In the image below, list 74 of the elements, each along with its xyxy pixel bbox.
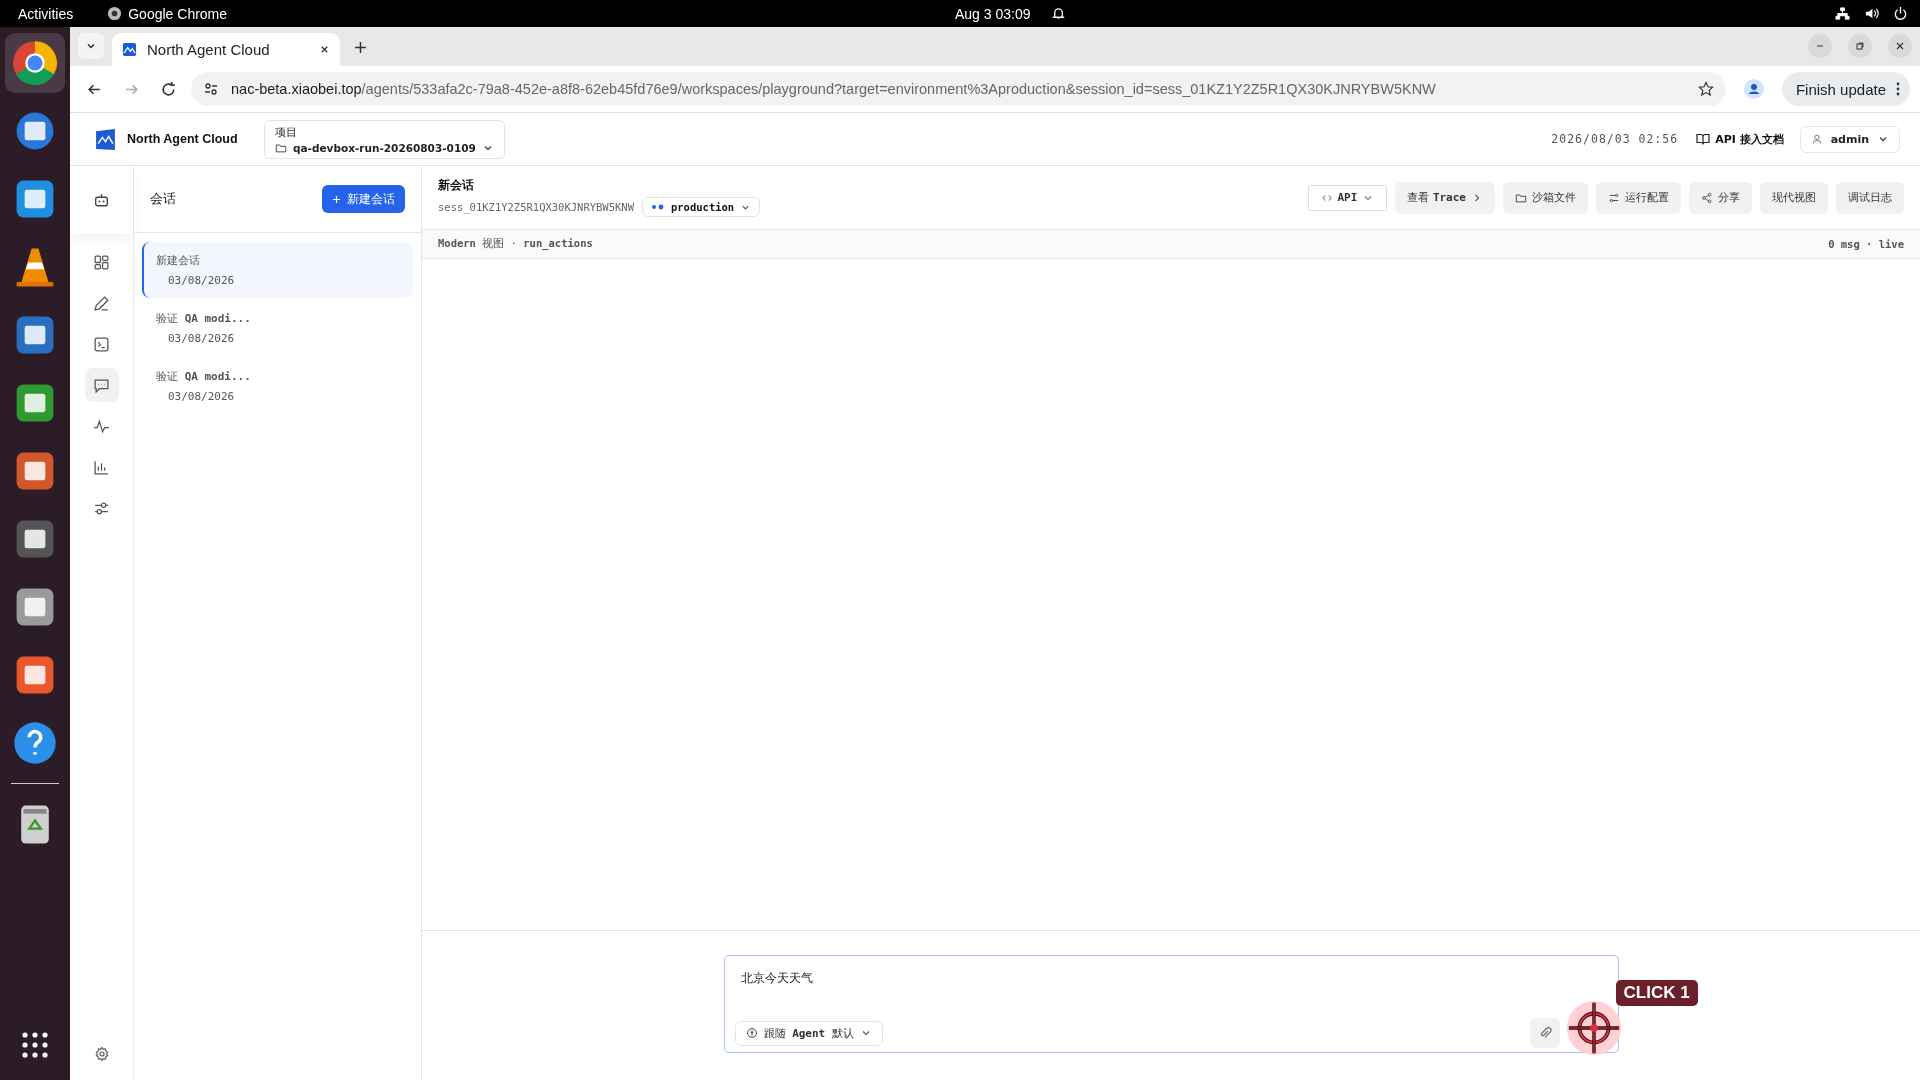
sliders-icon <box>1608 191 1620 204</box>
session-id: sess_01KZ1Y2Z5R1QX30KJNRYBW5KNW <box>438 201 634 213</box>
user-menu[interactable]: admin <box>1799 125 1900 153</box>
activities-button[interactable]: Activities <box>0 5 92 22</box>
volume-icon[interactable] <box>1864 6 1879 21</box>
message-input[interactable]: 北京今天天气 跟随 Agent 默认 <box>723 955 1619 1053</box>
model-selector[interactable]: 跟随 Agent 默认 <box>734 1020 883 1046</box>
terminal-icon <box>93 335 110 353</box>
more-vertical-icon <box>1896 82 1900 96</box>
session-title: 验证 QA modi... <box>156 369 252 384</box>
toolbar-button[interactable]: 运行配置 <box>1596 181 1681 214</box>
book-icon <box>1696 132 1711 146</box>
pencil-icon <box>93 294 110 312</box>
url-text: nac-beta.xiaobei.top/agents/533afa2c-79a8-452e-a8f8-62eb45fd76e9/workspaces/playground?target=environment%3Aproduction&session_id=sess_01KZ1Y2Z5R1QX30KJNRYBW5KNW <box>231 81 1436 97</box>
new-tab-icon[interactable] <box>354 41 367 54</box>
session-title: 新会话 <box>438 178 475 193</box>
api-docs-link[interactable]: API 接入文档 <box>1696 131 1784 147</box>
session-date: 03/08/2026 <box>167 274 236 287</box>
toolbar-button[interactable]: 分享 <box>1689 181 1752 214</box>
session-item[interactable]: 新建会话 03/08/2026 <box>142 242 413 298</box>
dock-item[interactable] <box>5 33 65 93</box>
bookmark-star-icon[interactable] <box>1697 81 1714 97</box>
close-icon[interactable] <box>319 44 330 55</box>
app-grid-icon[interactable] <box>20 1030 50 1060</box>
mountain-logo-icon <box>94 126 117 152</box>
attach-button[interactable] <box>1529 1018 1560 1048</box>
help-icon <box>12 720 58 766</box>
click-label: CLICK 1 <box>1615 980 1698 1006</box>
project-selector[interactable]: 项目 qa-devbox-run-20260803-0109 <box>264 119 505 159</box>
brand-name: North Agent Cloud <box>127 132 238 146</box>
power-icon[interactable] <box>1893 6 1908 21</box>
toolbar-button[interactable]: 沙箱文件 <box>1503 181 1588 214</box>
view-info: Modern 视图 · run_actions <box>438 237 593 251</box>
dots-icon <box>650 204 665 210</box>
close-icon <box>1895 41 1905 51</box>
address-bar[interactable]: nac-beta.xiaobei.top/agents/533afa2c-79a8-452e-a8f8-62eb45fd76e9/workspaces/playground?target=environment%3Aproduction&session_id=sess_01KZ1Y2Z5R1QX30KJNRYBW5KNW <box>191 72 1726 106</box>
new-session-button[interactable]: 新建会话 <box>322 185 405 213</box>
pulse-icon <box>93 417 110 435</box>
bell-icon[interactable] <box>1051 6 1066 21</box>
plus-icon <box>332 194 341 204</box>
tab-title: North Agent Cloud <box>147 41 271 58</box>
session-item[interactable]: 验证 QA modi... 03/08/2026 <box>142 300 413 356</box>
toolbar-button[interactable]: 查看 Trace <box>1395 181 1495 214</box>
session-title: 验证 QA modi... <box>156 311 252 326</box>
toolbar-button[interactable]: API <box>1307 184 1388 211</box>
session-date: 03/08/2026 <box>167 390 236 403</box>
toolbar-button[interactable]: 现代视图 <box>1760 181 1828 214</box>
nav-item[interactable] <box>84 368 119 402</box>
settings-icon[interactable] <box>93 1046 110 1062</box>
sessions-title: 会话 <box>150 190 176 208</box>
message-status: 0 msg · live <box>1828 238 1904 250</box>
robot-icon <box>93 191 110 209</box>
environment-selector[interactable]: production <box>641 197 761 217</box>
dashboard-icon <box>93 253 110 271</box>
bar-chart-icon <box>93 458 110 476</box>
restore-button[interactable] <box>1848 34 1872 58</box>
close-window-button[interactable] <box>1888 34 1912 58</box>
finish-update-button[interactable]: Finish update <box>1781 72 1910 106</box>
session-item[interactable]: 验证 QA modi... 03/08/2026 <box>142 358 413 414</box>
share-icon <box>1701 191 1713 204</box>
user-icon <box>1810 133 1823 145</box>
restore-icon <box>1855 41 1865 51</box>
site-settings-icon[interactable] <box>203 81 219 97</box>
crosshair-marker-icon <box>1564 999 1623 1057</box>
session-title: 新建会话 <box>156 253 201 268</box>
browser-tab[interactable]: North Agent Cloud <box>112 33 340 66</box>
profile-icon[interactable] <box>1743 79 1764 99</box>
session-date: 03/08/2026 <box>167 332 236 345</box>
datetime: 2026/08/03 02:56 <box>1551 132 1679 146</box>
network-icon[interactable] <box>1835 6 1850 21</box>
app-menu[interactable]: Google Chrome <box>107 5 228 22</box>
mountain-logo-icon <box>122 42 137 57</box>
toolbar-button[interactable]: 调试日志 <box>1836 181 1904 214</box>
clock[interactable]: Aug 3 03:09 <box>955 5 1031 22</box>
